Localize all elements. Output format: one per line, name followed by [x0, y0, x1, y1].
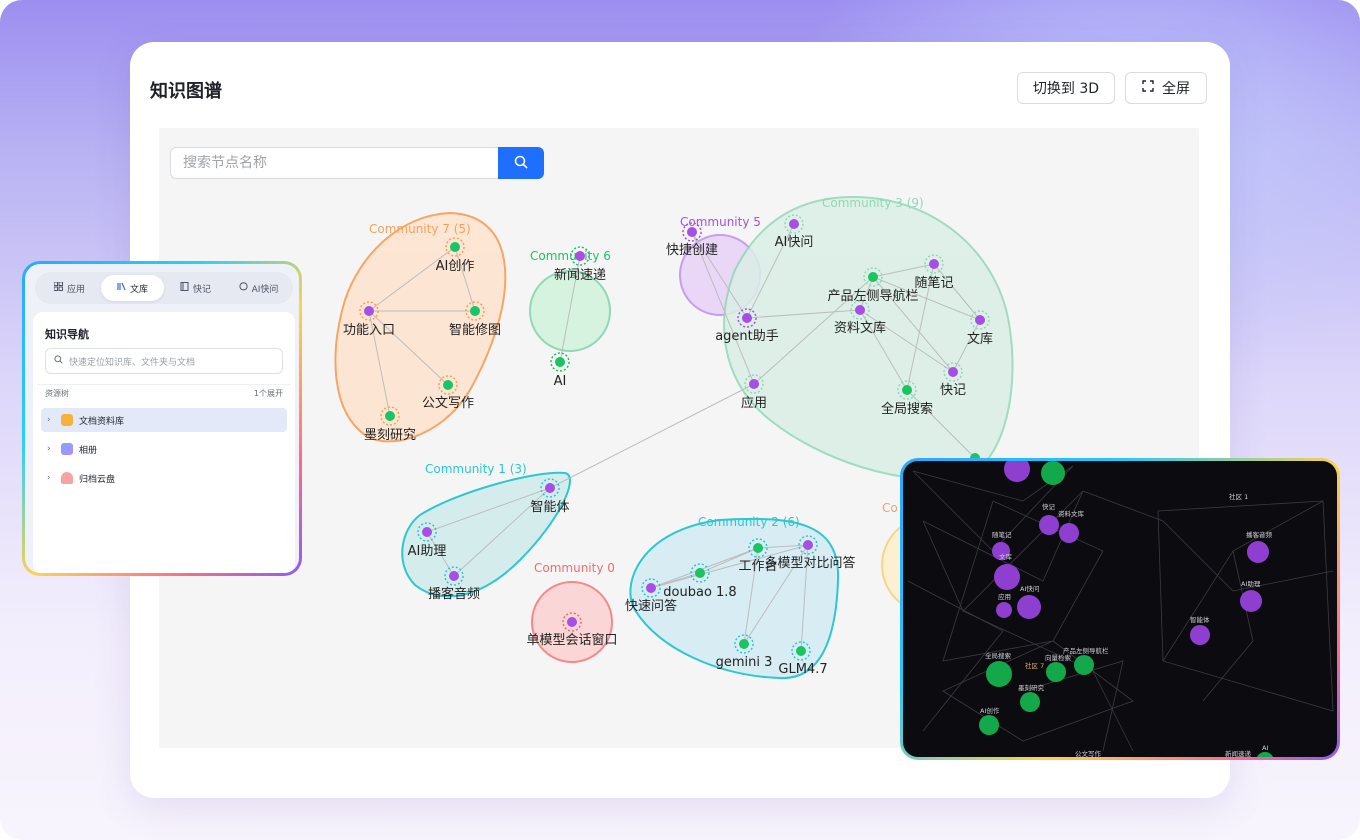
tree-item-archive-label: 归档云盘	[79, 474, 116, 485]
tree-item-docs-label: 文档资料库	[79, 416, 125, 427]
node-label-resource-library: 资料文库	[834, 320, 886, 336]
node-label-ai-quickask: AI快问	[775, 235, 814, 250]
node-label-global-search: 全局搜索	[881, 401, 933, 417]
knowledge-side-panel: 应用 文库 快记 AI快问 知识导航 快速定位知识库、文件夹与文档 资源树 1个…	[22, 261, 302, 576]
node-label-quick-qa: 快速问答	[625, 598, 677, 614]
dark-label-moke: 墨刻研究	[1018, 683, 1045, 692]
tab-quicknotes[interactable]: 快记	[164, 275, 227, 301]
chat-icon	[238, 282, 248, 294]
node-label-news: 新闻速递	[554, 267, 606, 283]
switch-3d-button[interactable]: 切换到 3D	[1017, 72, 1115, 104]
dark-label-global-search: 全局搜索	[985, 651, 1012, 660]
fullscreen-button[interactable]: 全屏	[1125, 72, 1207, 104]
tree-label: 资源树	[45, 389, 69, 398]
tree-header: 资源树 1个展开	[37, 384, 291, 402]
dark-label-library: 文库	[999, 552, 1013, 561]
dark-label-ai: AI	[1262, 744, 1268, 752]
dark-label-agent: 智能体	[1190, 615, 1210, 624]
album-icon	[61, 443, 73, 455]
community-5-label: Community 5	[680, 215, 761, 229]
tab-library[interactable]: 文库	[101, 275, 164, 301]
tab-ai-quickask-label: AI快问	[251, 284, 279, 295]
fullscreen-label: 全屏	[1162, 81, 1190, 97]
node-label-doubao: doubao 1.8	[663, 585, 736, 600]
nav-search-placeholder: 快速定位知识库、文件夹与文档	[69, 357, 196, 368]
dark-label-quicknotes: 快记	[1042, 502, 1056, 511]
tree-item-album-label: 相册	[79, 445, 98, 456]
node-label-podcast: 播客音频	[428, 586, 480, 602]
search-icon	[54, 355, 63, 367]
node-ai[interactable]	[550, 352, 570, 372]
nav-title: 知识导航	[45, 328, 89, 341]
grid-icon	[53, 281, 63, 294]
tab-apps[interactable]: 应用	[38, 275, 101, 301]
node-label-left-nav: 产品左侧导航栏	[827, 288, 918, 304]
chevron-right-icon: ›	[47, 444, 51, 454]
community-2-label: Community 2 (6)	[698, 515, 800, 529]
node-label-ai-create: AI创作	[436, 259, 475, 274]
expand-icon	[1142, 80, 1154, 96]
community-3-label: Community 3 (9)	[822, 196, 924, 210]
dark-label-community-1: 社区 1	[1229, 492, 1248, 501]
chevron-right-icon: ›	[47, 415, 51, 425]
tab-library-label: 文库	[129, 284, 148, 295]
tree-item-album[interactable]: › 相册	[41, 437, 287, 461]
node-label-ai-assistant: AI助理	[408, 544, 447, 559]
cloud-drive-icon	[61, 472, 73, 484]
node-label-official-writing: 公文写作	[422, 396, 474, 411]
notebook-icon	[180, 282, 189, 294]
tree-item-archive[interactable]: › 归档云盘	[41, 466, 287, 490]
dark-label-apps: 应用	[998, 592, 1011, 601]
chevron-right-icon: ›	[47, 473, 51, 483]
dark-label-ai-create: AI创作	[980, 706, 1000, 715]
node-label-moke-research: 墨刻研究	[364, 428, 416, 443]
switch-3d-label: 切换到 3D	[1032, 81, 1100, 97]
nav-panel: 知识导航 快速定位知识库、文件夹与文档 资源树 1个展开 › 文档资料库 › 相…	[33, 312, 295, 573]
node-label-apps: 应用	[741, 395, 767, 411]
nav-search-input[interactable]: 快速定位知识库、文件夹与文档	[45, 348, 283, 374]
tab-quicknotes-label: 快记	[192, 284, 211, 295]
dark-label-community-7: 社区 7	[1025, 661, 1044, 670]
node-label-essay-notes: 随笔记	[914, 275, 953, 291]
search-button[interactable]	[498, 147, 544, 179]
node-label-quick-create: 快捷创建	[666, 243, 718, 258]
node-label-multi-model-qa: 多模型对比问答	[764, 555, 855, 571]
node-label-agent: 智能体	[530, 500, 569, 515]
tab-apps-label: 应用	[66, 284, 85, 295]
books-icon	[117, 282, 126, 294]
node-label-ai: AI	[554, 374, 567, 389]
node-label-feature-entry: 功能入口	[343, 323, 395, 338]
folder-icon	[61, 414, 73, 426]
node-label-gemini: gemini 3	[716, 655, 773, 670]
side-tabs: 应用 文库 快记 AI快问	[35, 272, 293, 304]
tree-meta: 1个展开	[253, 389, 283, 398]
community-0-label: Community 0	[534, 561, 615, 575]
community-1-label: Community 1 (3)	[425, 462, 527, 476]
dark-label-news: 新闻速递	[1225, 749, 1252, 757]
node-label-glm: GLM4.7	[778, 662, 827, 677]
node-label-agent-helper: agent助手	[715, 329, 779, 344]
node-label-quick-notes: 快记	[940, 383, 966, 398]
dark-label-resource-library: 资料文库	[1058, 509, 1085, 518]
tree-item-docs[interactable]: › 文档资料库	[41, 408, 287, 432]
page-title: 知识图谱	[150, 81, 222, 102]
node-label-library: 文库	[967, 331, 993, 347]
dark-label-ai-quickask: AI快问	[1020, 584, 1039, 593]
dark-label-official-writing: 公文写作	[1075, 749, 1102, 757]
dark-label-vector: 向量检索	[1045, 653, 1072, 662]
tab-ai-quickask[interactable]: AI快问	[227, 275, 290, 301]
community-7-label: Community 7 (5)	[369, 222, 471, 236]
dark-label-ai-assistant: AI助理	[1241, 579, 1261, 588]
node-label-smart-retouch: 智能修图	[449, 323, 501, 338]
search-icon	[514, 154, 528, 173]
dark-label-essay: 随笔记	[992, 530, 1012, 539]
node-label-single-model-chat: 单模型会话窗口	[526, 632, 617, 648]
graph-3d-preview[interactable]: 快记 资料文库 随笔记 文库 AI快问 应用 社区 1 播客音频 AI助理 智能…	[900, 458, 1340, 760]
graph-3d-svg: 快记 资料文库 随笔记 文库 AI快问 应用 社区 1 播客音频 AI助理 智能…	[907, 461, 1334, 757]
node-search-input[interactable]	[170, 147, 500, 179]
dark-label-podcast: 播客音频	[1246, 530, 1273, 539]
svg-text:Co: Co	[882, 501, 898, 515]
